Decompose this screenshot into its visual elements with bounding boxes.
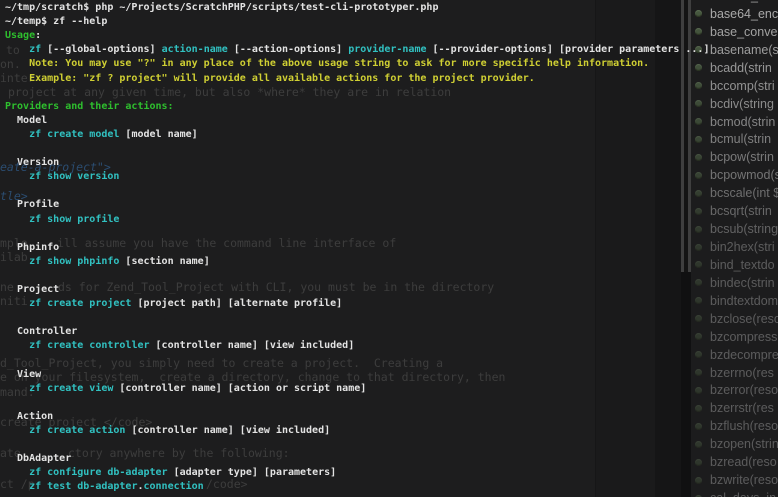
terminal-line: zf configure db-adapter [adapter type] [… bbox=[5, 467, 336, 479]
terminal-line: Example: "zf ? project" will provide all… bbox=[5, 73, 535, 85]
terminal-line: zf create project [project path] [altern… bbox=[5, 298, 342, 310]
terminal-line: Project bbox=[5, 284, 59, 296]
terminal-line: zf create view [controller name] [action… bbox=[5, 383, 366, 395]
terminal-line: ~/temp$ zf --help bbox=[5, 16, 107, 28]
terminal-line: zf show version bbox=[5, 171, 119, 183]
screen: toon.interproject at any given time, but… bbox=[0, 0, 778, 497]
terminal-line: Version bbox=[5, 157, 59, 169]
terminal-line: zf create model [model name] bbox=[5, 129, 198, 141]
terminal-line: zf [--global-options] action-name [--act… bbox=[5, 44, 709, 56]
terminal-screen[interactable]: ~/tmp/scratch$ php ~/Projects/ScratchPHP… bbox=[0, 0, 778, 497]
terminal-line: zf create controller [controller name] [… bbox=[5, 340, 354, 352]
terminal-line: zf test db-adapter.connection bbox=[5, 481, 204, 493]
terminal-line: Phpinfo bbox=[5, 242, 59, 254]
terminal-line: Note: You may use "?" in any place of th… bbox=[5, 58, 649, 70]
terminal-line: zf show phpinfo [section name] bbox=[5, 256, 210, 268]
terminal-line: zf show profile bbox=[5, 214, 119, 226]
terminal-line: ~/tmp/scratch$ php ~/Projects/ScratchPHP… bbox=[5, 2, 438, 14]
terminal-line: Model bbox=[5, 115, 47, 127]
terminal-line: Providers and their actions: bbox=[5, 101, 174, 113]
terminal-line: Action bbox=[5, 411, 53, 423]
terminal-line: View bbox=[5, 369, 41, 381]
terminal-line: DbAdapter bbox=[5, 453, 71, 465]
terminal-line: Profile bbox=[5, 199, 59, 211]
terminal-line: Usage: bbox=[5, 30, 41, 42]
terminal-line: Controller bbox=[5, 326, 77, 338]
terminal-line: zf create action [controller name] [view… bbox=[5, 425, 330, 437]
